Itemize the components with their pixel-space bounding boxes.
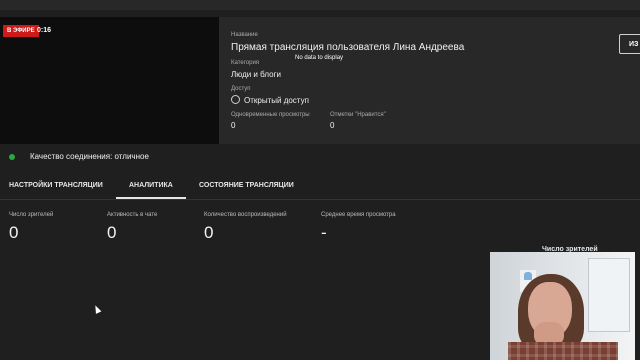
butterfly-icon [524,272,532,280]
active-tab-indicator [116,197,186,199]
tab-stream-health[interactable]: СОСТОЯНИЕ ТРАНСЛЯЦИИ [199,182,294,189]
metric-viewers-value: 0 [9,223,19,242]
webcam-window [588,258,630,332]
stream-preview[interactable]: В ЭФИРЕ 0:16 [0,17,219,144]
shirt-pattern [508,342,618,360]
access-label: Доступ [231,86,251,92]
access-text: Открытый доступ [244,96,309,105]
connection-quality-text: Качество соединения: отличное [30,152,149,161]
metric-plays-label: Количество воспроизведений [204,212,287,218]
metric-viewers-label: Число зрителей [9,212,54,218]
title-label: Название [231,32,258,38]
mouse-cursor-icon [92,304,102,314]
metric-avg-watch-value: - [321,223,327,242]
concurrent-views-value: 0 [231,121,236,130]
globe-icon [231,95,240,105]
status-dot-icon [9,154,15,160]
metric-avg-watch-label: Среднее время просмотра [321,212,396,218]
live-duration: 0:16 [37,27,52,34]
category-label: Категория [231,60,260,66]
top-bar [0,0,640,10]
no-data-message: No data to display [295,55,344,61]
stream-details-panel: Название Прямая трансляция пользователя … [219,17,640,144]
tab-analytics[interactable]: АНАЛИТИКА [129,182,173,189]
concurrent-views-label: Одновременные просмотры [231,112,310,118]
webcam-overlay [490,252,635,360]
stream-title: Прямая трансляция пользователя Лина Андр… [231,42,465,53]
metric-chat-label: Активность в чате [107,212,158,218]
likes-label: Отметки "Нравится" [330,112,386,118]
tab-stream-settings[interactable]: НАСТРОЙКИ ТРАНСЛЯЦИИ [9,182,103,189]
tab-bar: НАСТРОЙКИ ТРАНСЛЯЦИИ АНАЛИТИКА СОСТОЯНИЕ… [0,171,640,200]
top-divider [0,10,640,16]
category-value: Люди и блоги [231,70,281,79]
edit-button[interactable]: ИЗ [619,34,640,54]
metric-chat-value: 0 [107,223,117,242]
access-value: Открытый доступ [231,95,309,105]
likes-value: 0 [330,121,335,130]
metric-plays-value: 0 [204,223,214,242]
connection-quality-bar: Качество соединения: отличное [0,144,640,171]
live-badge: В ЭФИРЕ [3,25,39,37]
